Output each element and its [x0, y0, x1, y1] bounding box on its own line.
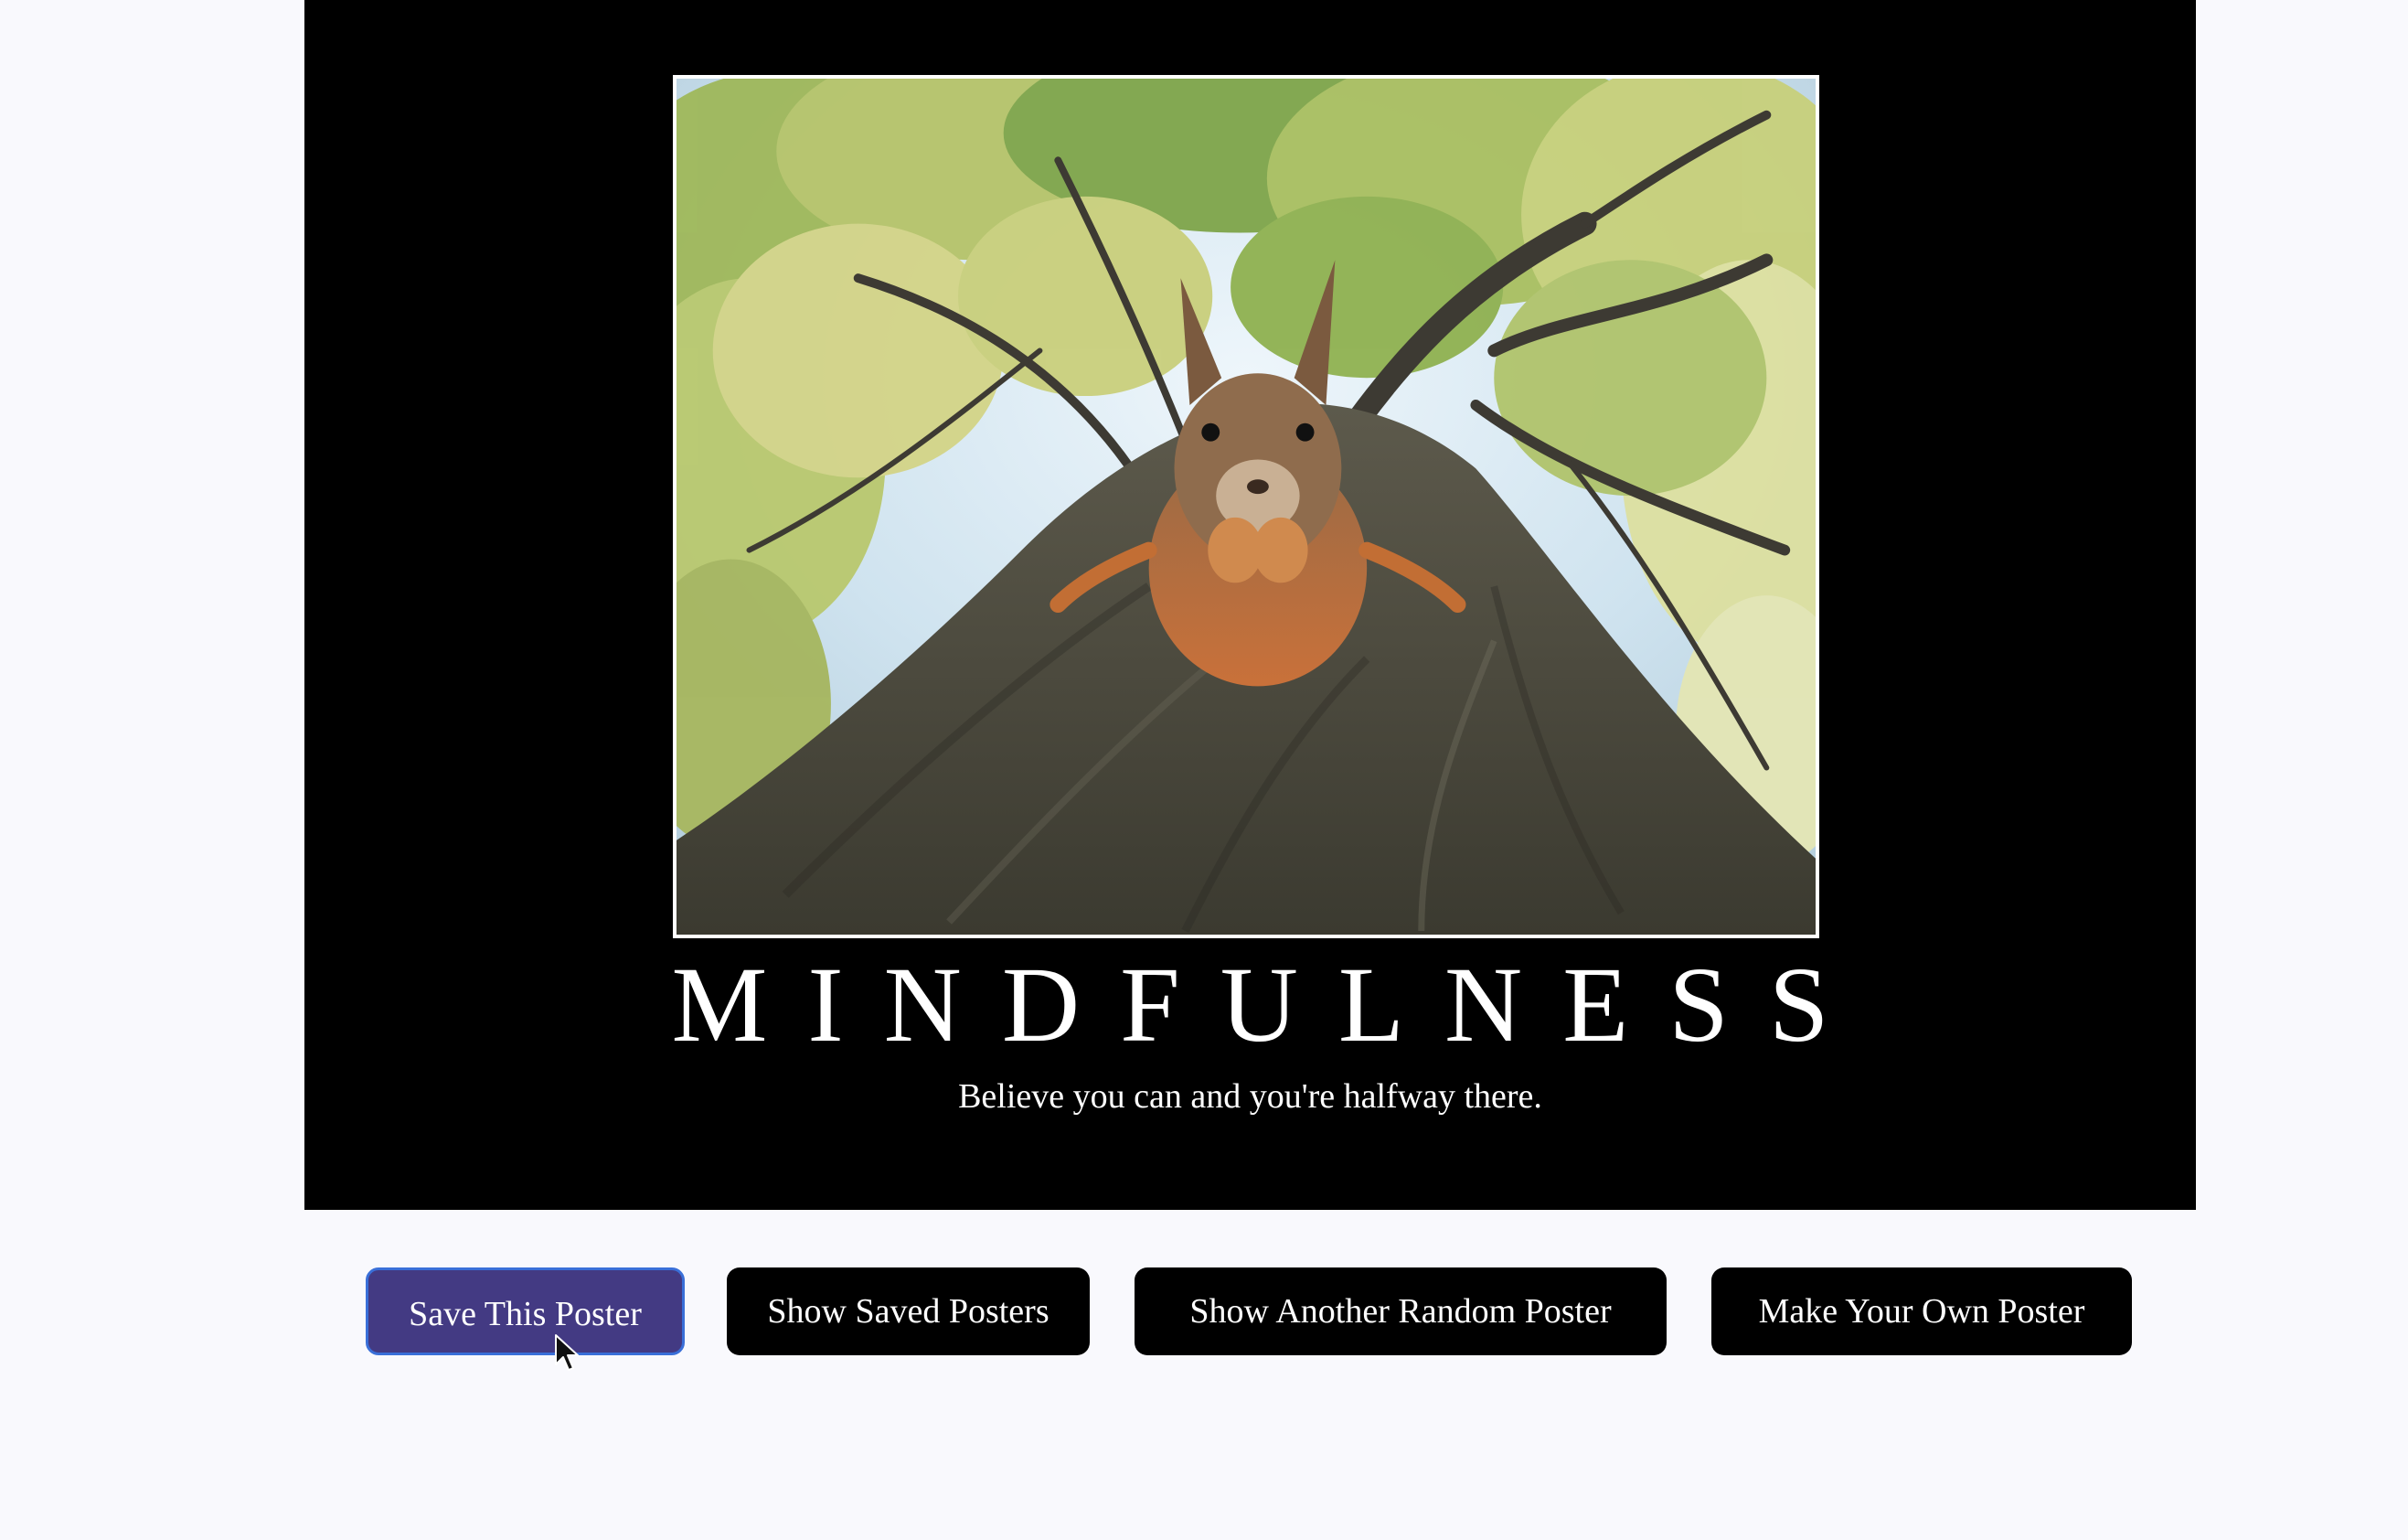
- poster: MINDFULNESS Believe you can and you're h…: [304, 0, 2196, 1210]
- save-poster-button[interactable]: Save This Poster: [366, 1267, 685, 1355]
- button-bar: Save This Poster Show Saved Posters Show…: [0, 1267, 2408, 1359]
- mouse-cursor-icon: [555, 1334, 579, 1371]
- show-saved-posters-button[interactable]: Show Saved Posters: [727, 1267, 1090, 1355]
- squirrel-photo: [677, 79, 1816, 935]
- poster-image: [673, 75, 1819, 938]
- show-random-poster-button[interactable]: Show Another Random Poster: [1135, 1267, 1667, 1355]
- poster-title: MINDFULNESS: [671, 945, 1870, 1064]
- make-own-poster-button[interactable]: Make Your Own Poster: [1711, 1267, 2132, 1355]
- poster-quote: Believe you can and you're halfway there…: [958, 1077, 1542, 1116]
